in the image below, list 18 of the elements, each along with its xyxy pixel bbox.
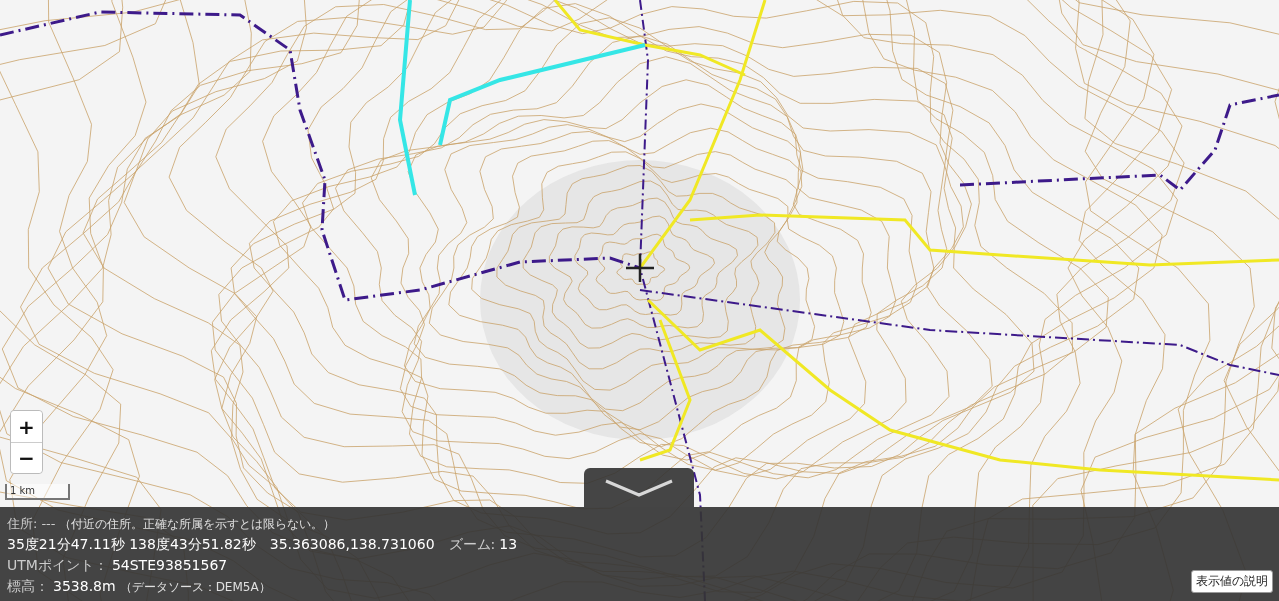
- zoom-out-button[interactable]: −: [11, 442, 42, 473]
- elevation-note: （データソース：DEM5A）: [119, 579, 271, 596]
- utm-value: 54STE93851567: [111, 557, 228, 573]
- utm-label: UTMポイント：: [7, 557, 108, 575]
- crosshair-icon: [626, 254, 654, 282]
- zoom-label: ズーム:: [448, 536, 496, 554]
- chevron-down-icon: [604, 477, 674, 498]
- zoom-value: 13: [499, 536, 518, 552]
- dms-coordinates: 35度21分47.11秒 138度43分51.82秒: [7, 536, 256, 554]
- address-label: 住所:: [7, 515, 38, 533]
- address-note: （付近の住所。正確な所属を示すとは限らない。）: [59, 516, 336, 533]
- panel-toggle-tab[interactable]: [584, 468, 694, 507]
- decimal-coordinates: 35.363086,138.731060: [269, 536, 435, 552]
- elevation-value: 3538.8m: [53, 578, 116, 594]
- scale-bar: 1 km: [5, 484, 70, 500]
- address-value: ---: [41, 516, 56, 531]
- elevation-label: 標高：: [7, 578, 49, 596]
- help-button[interactable]: 表示値の説明: [1191, 570, 1273, 593]
